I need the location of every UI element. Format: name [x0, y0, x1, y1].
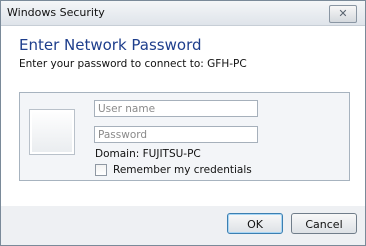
ok-button[interactable]: OK	[227, 213, 283, 234]
close-icon: ✕	[338, 7, 348, 20]
dialog-heading: Enter Network Password	[19, 36, 202, 54]
dialog-subtext: Enter your password to connect to: GFH-P…	[19, 58, 247, 70]
remember-credentials-checkbox[interactable]: Remember my credentials	[95, 163, 252, 177]
remember-credentials-label: Remember my credentials	[113, 164, 252, 176]
window-title: Windows Security	[7, 6, 105, 19]
dialog-content: Enter Network Password Enter your passwo…	[1, 26, 365, 206]
dialog-footer: OK Cancel	[1, 206, 365, 245]
domain-label: Domain: FUJITSU-PC	[95, 148, 201, 160]
checkbox-icon[interactable]	[95, 164, 107, 176]
username-input[interactable]	[94, 100, 258, 117]
user-tile-icon	[29, 109, 75, 155]
title-bar[interactable]: Windows Security ✕	[1, 1, 365, 26]
security-dialog: Windows Security ✕ Enter Network Passwor…	[0, 0, 366, 246]
password-input[interactable]	[94, 126, 258, 143]
close-button[interactable]: ✕	[329, 5, 357, 23]
cancel-button[interactable]: Cancel	[291, 213, 357, 234]
credential-tile: Domain: FUJITSU-PC Remember my credentia…	[19, 92, 350, 181]
